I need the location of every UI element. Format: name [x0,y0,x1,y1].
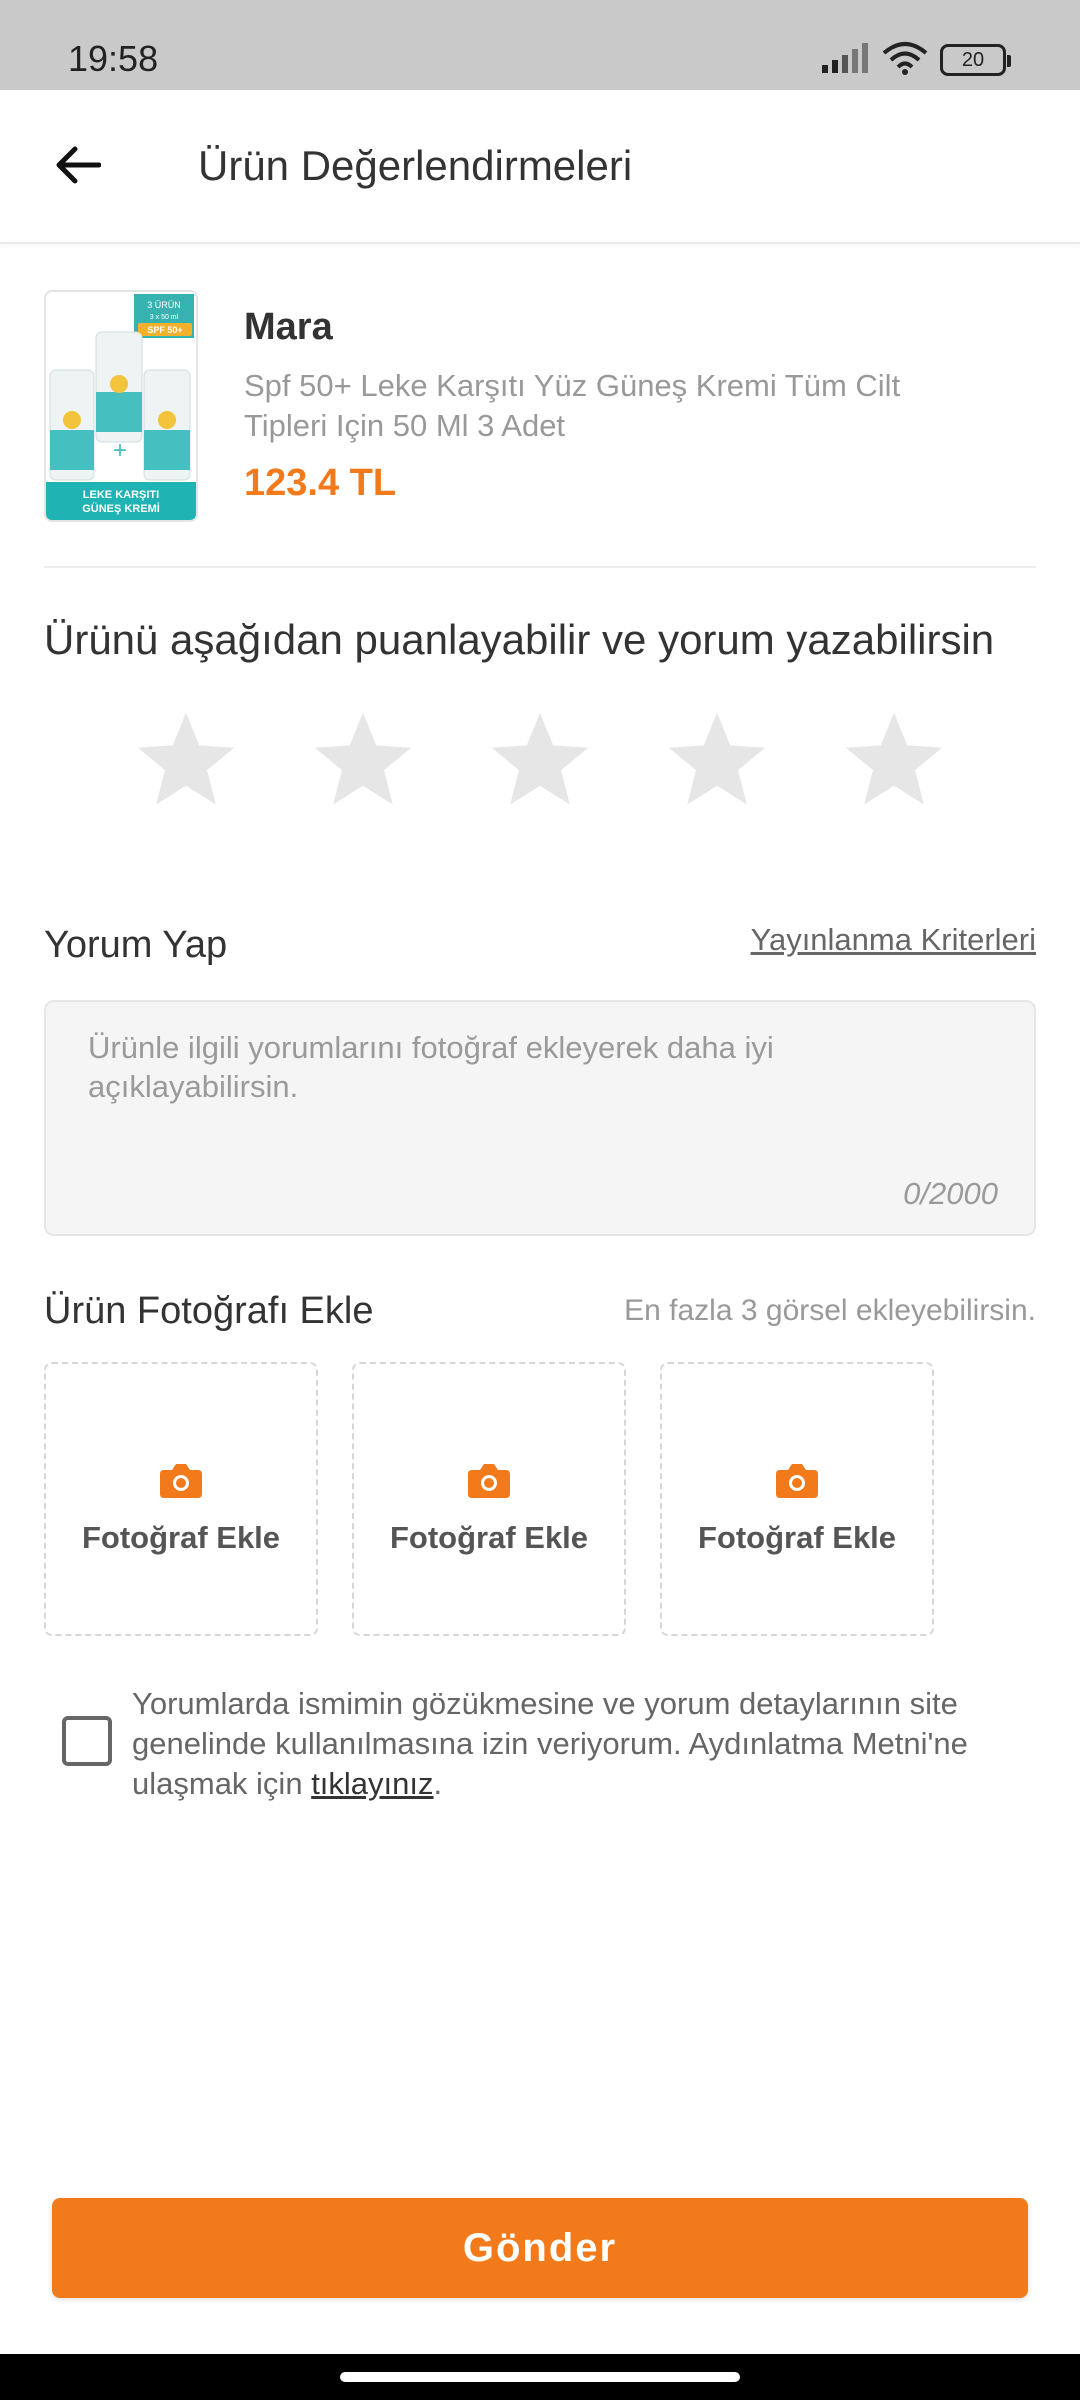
arrow-left-icon [53,145,102,190]
status-bar: 19:58 20 [0,0,1080,90]
star-icon-1[interactable] [130,706,242,816]
svg-text:+: + [113,437,127,464]
image-badge-sub: 3 x 50 ml [150,314,179,321]
image-caption-1: LEKE KARŞITI [83,489,159,501]
image-badge: 3 ÜRÜN [147,300,181,310]
add-photo-button-3[interactable]: Fotoğraf Ekle [660,1362,934,1636]
camera-icon [776,1462,818,1498]
product-image-art: 3 ÜRÜN 3 x 50 ml SPF 50+ + LEKE KARŞITI … [46,292,196,520]
publishing-criteria-link[interactable]: Yayınlanma Kriterleri [751,922,1036,958]
add-photo-label: Fotoğraf Ekle [81,1520,281,1555]
add-photo-label: Fotoğraf Ekle [389,1520,589,1555]
rating-title: Ürünü aşağıdan puanlayabilir ve yorum ya… [44,616,995,663]
photo-section-label: Ürün Fotoğrafı Ekle [44,1290,374,1332]
photo-hint: En fazla 3 görsel ekleyebilirsin. [624,1294,1036,1327]
comment-textarea[interactable]: Ürünle ilgili yorumlarını fotoğraf ekley… [44,1000,1036,1236]
image-spf: SPF 50+ [147,325,182,335]
signal-icon [822,42,870,78]
product-image[interactable]: 3 ÜRÜN 3 x 50 ml SPF 50+ + LEKE KARŞITI … [44,290,198,522]
product-name: Spf 50+ Leke Karşıtı Yüz Güneş Kremi Tüm… [244,368,901,443]
star-icon-5[interactable] [838,706,950,816]
star-rating[interactable] [130,706,950,816]
back-button[interactable] [40,130,114,204]
consent-checkbox[interactable] [62,1716,112,1766]
star-icon-4[interactable] [661,706,773,816]
character-counter: 0/2000 [903,1176,998,1211]
home-indicator[interactable] [340,2372,740,2382]
add-photo-button-1[interactable]: Fotoğraf Ekle [44,1362,318,1636]
battery-icon: 20 [940,44,1011,76]
status-time: 19:58 [68,38,159,79]
comment-placeholder: Ürünle ilgili yorumlarını fotoğraf ekley… [88,1030,774,1104]
wifi-icon [882,41,928,80]
page-title: Ürün Değerlendirmeleri [198,142,633,189]
battery-level: 20 [961,48,985,71]
divider [44,566,1036,568]
header: Ürün Değerlendirmeleri [0,90,1080,244]
comment-label: Yorum Yap [44,924,228,966]
add-photo-label: Fotoğraf Ekle [697,1520,897,1555]
camera-icon [468,1462,510,1498]
camera-icon [160,1462,202,1498]
consent-text-body: Yorumlarda ismimin gözükmesine ve yorum … [132,1686,968,1801]
product-price: 123.4 TL [244,462,397,504]
product-brand: Mara [244,306,333,348]
consent-text: Yorumlarda ismimin gözükmesine ve yorum … [132,1684,1032,1804]
status-icons: 20 [822,40,1011,80]
submit-button[interactable]: Gönder [52,2198,1028,2298]
disclosure-link[interactable]: tıklayınız [311,1766,433,1801]
star-icon-3[interactable] [484,706,596,816]
image-caption-2: GÜNEŞ KREMİ [82,502,160,515]
system-nav-bar [0,2354,1080,2400]
add-photo-button-2[interactable]: Fotoğraf Ekle [352,1362,626,1636]
star-icon-2[interactable] [307,706,419,816]
consent-text-end: . [433,1766,443,1801]
